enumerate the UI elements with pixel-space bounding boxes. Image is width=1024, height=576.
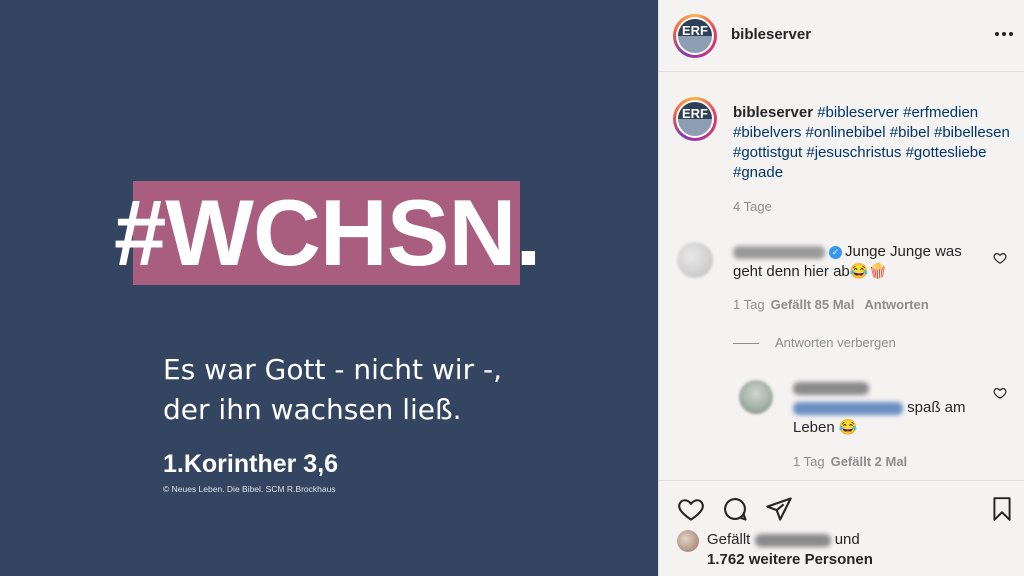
verse-text: Es war Gott - nicht wir -, der ihn wachs… (163, 353, 502, 426)
avatar-logo: ERF (682, 23, 708, 38)
reply-time[interactable]: 1 Tag (793, 454, 825, 469)
commenter-avatar[interactable] (677, 242, 713, 278)
hide-replies-label: Antworten verbergen (775, 335, 896, 350)
reply-meta: 1 Tag Gefällt 2 Mal (793, 454, 913, 469)
header-username[interactable]: bibleserver (731, 26, 811, 43)
caption-username[interactable]: bibleserver (733, 104, 813, 121)
verse-reference: 1.Korinther 3,6 (163, 450, 339, 478)
caption-avatar[interactable]: ERF (673, 97, 717, 141)
comment-like-heart-icon[interactable] (993, 251, 1007, 265)
divider-line (733, 343, 759, 345)
share-icon[interactable] (765, 495, 793, 523)
copyright-text: © Neues Leben. Die Bibel. SCM R.Brockhau… (163, 484, 336, 494)
heart-icon[interactable] (677, 495, 705, 523)
post-header: ERF bibleserver (659, 0, 1024, 72)
comment-time[interactable]: 1 Tag (733, 297, 765, 312)
reply-button[interactable]: Antworten (864, 297, 928, 312)
comment-text: ✓ Junge Junge was geht denn hier ab😂🍿 (733, 243, 962, 280)
avatar[interactable]: ERF (673, 14, 717, 58)
hide-replies-button[interactable]: Antworten verbergen (733, 335, 896, 350)
reply-avatar[interactable] (739, 380, 773, 414)
blurred-username[interactable] (793, 381, 869, 395)
comment-likes[interactable]: Gefällt 85 Mal (771, 297, 855, 312)
likes-summary: Gefällt und 1.762 weitere Personen (707, 531, 873, 570)
reply-text: spaß am Leben 😂 (793, 378, 1003, 438)
reply-like-heart-icon[interactable] (993, 386, 1007, 400)
more-horizontal-icon[interactable] (995, 26, 1017, 42)
avatar-logo: ERF (682, 106, 708, 121)
post-side-panel: ERF bibleserver ERF bibleserver #biblese… (658, 0, 1024, 576)
likes-count[interactable]: 1.762 weitere Personen (707, 550, 873, 570)
post-image[interactable]: #WCHSN. Es war Gott - nicht wir -, der i… (0, 0, 658, 576)
reply-likes[interactable]: Gefällt 2 Mal (831, 454, 908, 469)
comment-meta: 1 Tag Gefällt 85 Mal Antworten (733, 297, 935, 312)
hashtag-title: #WCHSN. (114, 180, 541, 285)
blurred-username[interactable] (733, 245, 825, 259)
blurred-mention[interactable] (793, 401, 903, 415)
post-timestamp[interactable]: 4 Tage (733, 199, 772, 214)
liker-avatar[interactable] (677, 530, 699, 552)
verified-badge-icon: ✓ (829, 246, 842, 259)
comment-icon[interactable] (721, 495, 749, 523)
bookmark-icon[interactable] (989, 495, 1015, 523)
blurred-liker-name[interactable] (754, 533, 831, 547)
post-caption: bibleserver #bibleserver #erfmedien #bib… (733, 103, 1013, 183)
